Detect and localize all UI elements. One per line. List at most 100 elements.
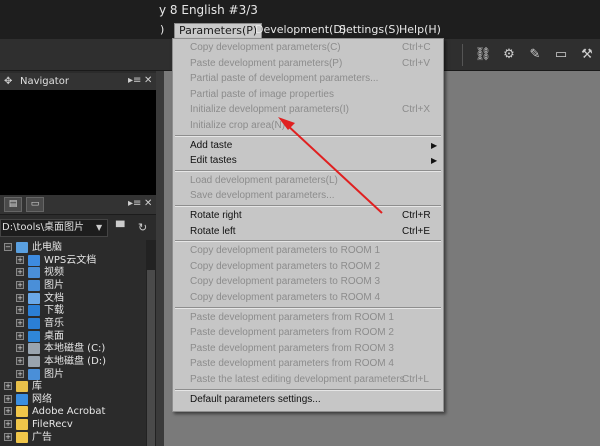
menu-item[interactable]: Default parameters settings... — [173, 392, 443, 408]
expand-icon[interactable]: + — [16, 293, 24, 302]
tree-item-label: 图片 — [44, 368, 64, 380]
tree-item[interactable]: + 音乐 — [0, 317, 146, 330]
expand-icon[interactable]: + — [4, 382, 12, 391]
pictures-icon — [28, 368, 40, 380]
expand-icon[interactable]: + — [16, 268, 24, 277]
menu-item[interactable]: Rotate right Ctrl+R — [173, 208, 443, 224]
expand-icon[interactable]: + — [4, 394, 12, 403]
menu-item[interactable]: Load development parameters(L) — [173, 173, 443, 189]
tree-item-label: FileRecv — [32, 419, 73, 431]
chevron-down-icon[interactable]: ▼ — [96, 223, 102, 232]
menu-item-label: Partial paste of image properties — [190, 88, 334, 100]
menu-item[interactable]: Copy development parameters to ROOM 1 — [173, 243, 443, 259]
parameters-menu: Copy development parameters(C) Ctrl+C Past… — [172, 38, 444, 412]
expand-icon[interactable]: + — [16, 306, 24, 315]
menu-settings[interactable]: Settings(S) — [335, 23, 404, 39]
tree-item[interactable]: + 下载 — [0, 304, 146, 317]
comment-tab-icon[interactable]: ▭ — [26, 197, 44, 212]
path-input[interactable]: D:\tools\桌面图片 — [0, 219, 108, 237]
expand-icon[interactable]: + — [16, 255, 24, 264]
menu-item-shortcut: Ctrl+V — [402, 57, 431, 69]
folder-icon — [16, 431, 28, 443]
tree-item[interactable]: + 本地磁盘 (C:) — [0, 342, 146, 355]
tree-scrollbar[interactable] — [146, 240, 156, 446]
menu-item[interactable]: Paste development parameters from ROOM 1 — [173, 310, 443, 326]
close-icon[interactable]: ✕ — [144, 75, 152, 86]
menu-item[interactable]: Add taste ▶ — [173, 138, 443, 154]
expand-icon[interactable]: + — [16, 356, 24, 365]
tree-item-label: 此电脑 — [32, 242, 62, 253]
menu-item[interactable]: Edit tastes ▶ — [173, 153, 443, 169]
monitor-tool-icon[interactable]: ▭ — [552, 46, 570, 64]
tree-item[interactable]: + FileRecv — [0, 418, 146, 431]
navigator-title: Navigator — [20, 76, 69, 87]
menu-item[interactable]: Initialize crop area(N) — [173, 118, 443, 134]
tree-item[interactable]: + 图片 — [0, 368, 146, 381]
tree-item[interactable]: + 网络 — [0, 393, 146, 406]
menu-item[interactable]: Partial paste of development parameters.… — [173, 71, 443, 87]
menu-help[interactable]: Help(H) — [395, 23, 445, 39]
menu-separator — [175, 240, 441, 243]
tree-item[interactable]: + 视频 — [0, 266, 146, 279]
expand-icon[interactable]: + — [16, 331, 24, 340]
collapse-icon[interactable]: − — [4, 243, 12, 251]
panel-menu-icon[interactable]: ▸≡ — [128, 75, 141, 86]
menu-item[interactable]: Paste development parameters from ROOM 4 — [173, 356, 443, 372]
share-tool-icon[interactable]: ⚙ — [500, 46, 518, 64]
expand-icon[interactable]: + — [16, 344, 24, 353]
toolbar-separator — [462, 44, 463, 66]
tree-item-label: 网络 — [32, 393, 52, 405]
eraser-tool-icon[interactable]: ✎ — [526, 46, 544, 64]
tree-item-label: 桌面 — [44, 330, 64, 342]
menu-item[interactable]: Paste the latest editing development par… — [173, 372, 443, 388]
menu-item-shortcut: Ctrl+C — [402, 42, 431, 53]
folder-tab-icon[interactable]: ▤ — [4, 197, 22, 212]
expand-icon[interactable]: + — [16, 369, 24, 378]
menu-item-label: Copy development parameters to ROOM 4 — [190, 292, 381, 303]
tree-item[interactable]: + 库 — [0, 380, 146, 393]
folder-up-icon[interactable]: ▀ — [116, 221, 124, 234]
menu-item[interactable]: Partial paste of image properties — [173, 87, 443, 103]
cloud-icon — [28, 254, 40, 266]
panel-divider[interactable] — [156, 71, 164, 446]
expand-icon[interactable]: + — [16, 318, 24, 327]
panel-menu-icon[interactable]: ▸≡ — [128, 198, 141, 209]
refresh-icon[interactable]: ↻ — [138, 221, 147, 234]
tree-item[interactable]: + 本地磁盘 (D:) — [0, 355, 146, 368]
navigator-view[interactable] — [0, 90, 156, 196]
menu-parameters[interactable]: Parameters(P) — [174, 23, 263, 39]
tree-item[interactable]: − 此电脑 — [0, 241, 146, 254]
tree-item-label: 图片 — [44, 279, 64, 291]
tree-item[interactable]: + WPS云文档 — [0, 254, 146, 267]
expand-icon[interactable]: + — [16, 280, 24, 289]
menu-item[interactable]: Paste development parameters(P) Ctrl+V — [173, 56, 443, 72]
tree-item-label: 库 — [32, 381, 42, 393]
scrollbar-thumb[interactable] — [147, 270, 155, 446]
expand-icon[interactable]: + — [4, 407, 12, 416]
menu-item-label: Load development parameters(L) — [190, 174, 338, 186]
menu-item[interactable]: Paste development parameters from ROOM 3 — [173, 341, 443, 357]
menu-item[interactable]: Copy development parameters(C) Ctrl+C — [173, 40, 443, 56]
menu-item[interactable]: Copy development parameters to ROOM 3 — [173, 274, 443, 290]
tree-item[interactable]: + 广告 — [0, 431, 146, 444]
tree-item[interactable]: + Adobe Acrobat — [0, 405, 146, 418]
expand-icon[interactable]: + — [4, 420, 12, 429]
menu-item[interactable]: Rotate left Ctrl+E — [173, 224, 443, 240]
tree-item[interactable]: + 文档 — [0, 292, 146, 305]
menu-item[interactable]: Copy development parameters to ROOM 4 — [173, 290, 443, 306]
tree-item[interactable]: + 桌面 — [0, 330, 146, 343]
hammer-tool-icon[interactable]: ⚒ — [578, 46, 596, 64]
network-tool-icon[interactable]: ⛓ — [474, 46, 492, 64]
tree-item[interactable]: + 图片 — [0, 279, 146, 292]
menu-item[interactable]: Initialize development parameters(I) Ctrl… — [173, 102, 443, 118]
tree-item-label: 文档 — [44, 292, 64, 304]
download-icon — [28, 305, 40, 317]
close-icon[interactable]: ✕ — [144, 198, 152, 209]
menu-item[interactable]: Save development parameters... — [173, 188, 443, 204]
folder-icon — [16, 419, 28, 431]
tree-item-label: 下载 — [44, 305, 64, 317]
menu-item[interactable]: Copy development parameters to ROOM 2 — [173, 259, 443, 275]
tree-item-label: 音乐 — [44, 317, 64, 329]
expand-icon[interactable]: + — [4, 432, 12, 441]
menu-item[interactable]: Paste development parameters from ROOM 2 — [173, 325, 443, 341]
